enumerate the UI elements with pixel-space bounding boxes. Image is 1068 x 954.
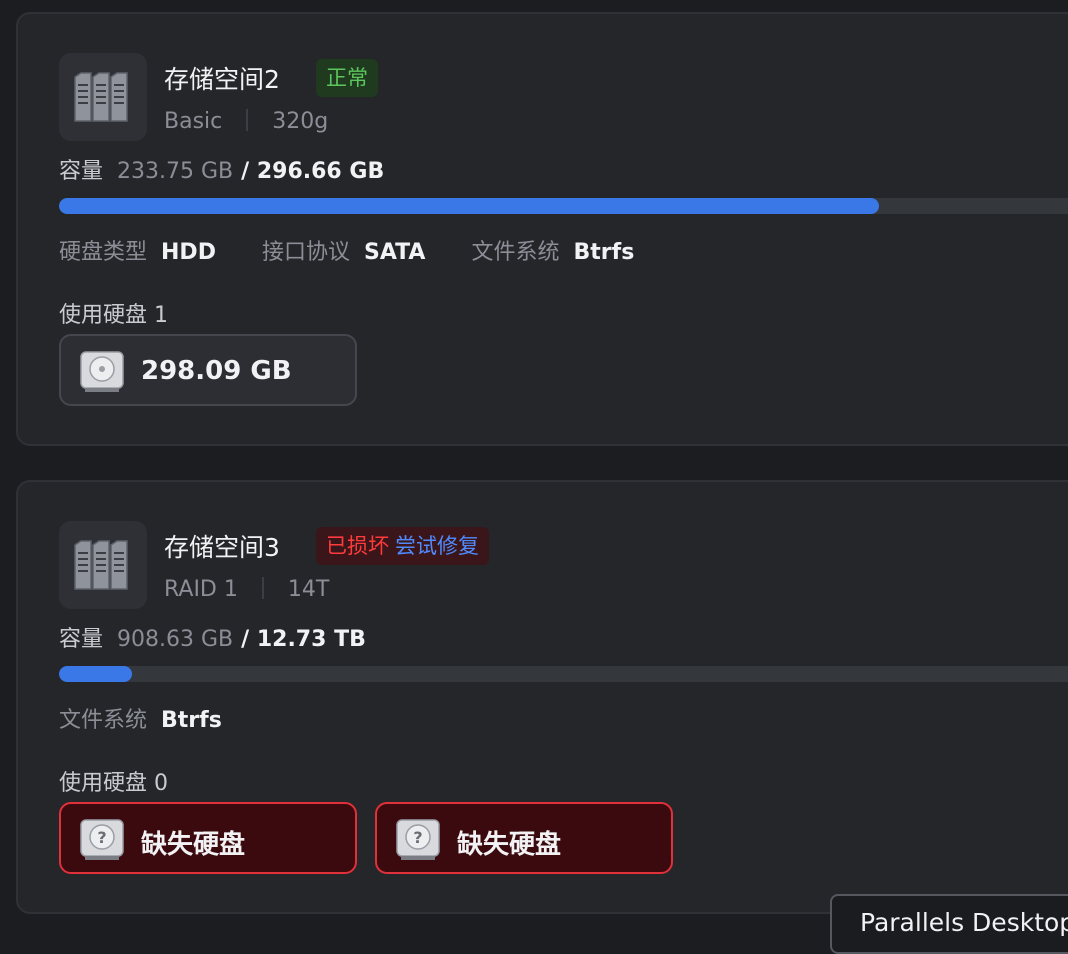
capacity-row: 容量 233.75 GB / 296.66 GB <box>59 153 384 185</box>
damaged-status: 已损坏 <box>326 534 389 558</box>
missing-disk-item[interactable]: ? 缺失硬盘 <box>375 802 673 874</box>
capacity-label: 容量 <box>59 627 104 652</box>
missing-disk-label: 缺失硬盘 <box>141 830 246 860</box>
missing-disk-label: 缺失硬盘 <box>457 830 562 860</box>
pool-name: 存储空间2 <box>164 65 280 94</box>
status-badge: 正常 <box>316 59 378 97</box>
prop-value: HDD <box>161 240 216 265</box>
disks-label: 使用硬盘 0 <box>59 771 168 796</box>
prop-key: 文件系统 <box>471 240 560 265</box>
svg-text:?: ? <box>413 828 422 847</box>
properties-row: 硬盘类型 HDD 接口协议 SATA 文件系统 Btrfs <box>59 234 680 266</box>
divider <box>261 577 264 599</box>
capacity-total: / 296.66 GB <box>241 159 385 184</box>
missing-drive-icon: ? <box>80 819 124 860</box>
capacity-bar <box>59 198 1068 214</box>
pool-subinfo: Basic 320g <box>164 109 328 134</box>
prop-key: 硬盘类型 <box>59 240 148 265</box>
storage-pool-icon <box>59 521 147 609</box>
missing-drive-icon: ? <box>396 819 440 860</box>
repair-link[interactable]: 尝试修复 <box>395 534 479 558</box>
svg-text:?: ? <box>97 828 106 847</box>
disk-item[interactable]: 298.09 GB <box>59 334 357 406</box>
tooltip: Parallels Desktop <box>830 894 1068 954</box>
prop-key: 接口协议 <box>261 240 350 265</box>
properties-row: 文件系统 Btrfs <box>59 702 268 734</box>
storage-pool-icon <box>59 53 147 141</box>
capacity-used: 908.63 GB <box>117 627 234 652</box>
capacity-label: 容量 <box>59 159 104 184</box>
capacity-bar-fill <box>59 198 879 214</box>
pool-name: 存储空间3 <box>164 533 280 562</box>
divider <box>246 109 249 131</box>
capacity-bar-fill <box>59 666 132 682</box>
pool-subinfo: RAID 1 14T <box>164 577 329 602</box>
prop-value: SATA <box>363 240 426 265</box>
pool-label: 14T <box>287 577 330 602</box>
raid-type: RAID 1 <box>164 577 238 602</box>
prop-value: Btrfs <box>161 708 222 733</box>
raid-type: Basic <box>164 109 223 134</box>
prop-value: Btrfs <box>573 240 635 265</box>
status-badge: 已损坏 尝试修复 <box>316 527 489 565</box>
missing-disk-item[interactable]: ? 缺失硬盘 <box>59 802 357 874</box>
capacity-bar <box>59 666 1068 682</box>
storage-pool-card[interactable]: 存储空间3 已损坏 尝试修复 RAID 1 14T 容量 908.63 GB / 12.… <box>16 480 1068 914</box>
disk-size: 298.09 GB <box>141 356 292 386</box>
pool-label: 320g <box>272 109 329 134</box>
capacity-row: 容量 908.63 GB / 12.73 TB <box>59 621 366 653</box>
prop-key: 文件系统 <box>59 708 148 733</box>
capacity-used: 233.75 GB <box>117 159 234 184</box>
capacity-total: / 12.73 TB <box>241 627 366 652</box>
hard-drive-icon <box>80 351 124 392</box>
storage-pool-card[interactable]: 存储空间2 正常 Basic 320g 容量 233.75 GB / 296.66 G… <box>16 12 1068 446</box>
disks-label: 使用硬盘 1 <box>59 303 168 328</box>
